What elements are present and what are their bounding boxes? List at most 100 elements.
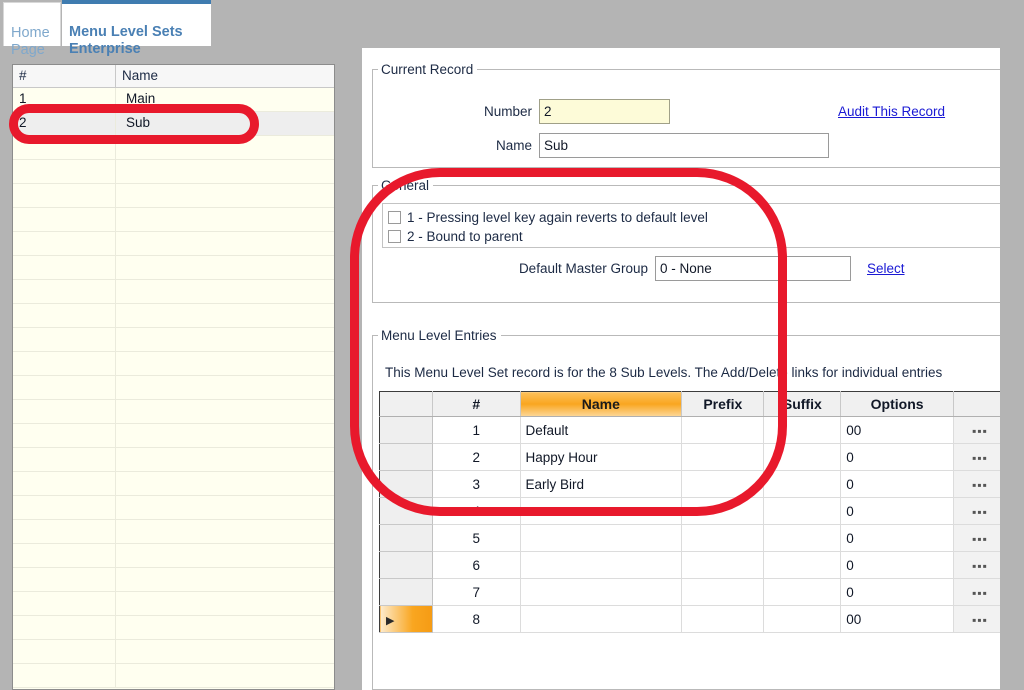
cell-prefix[interactable]	[681, 416, 765, 444]
cell-prefix[interactable]	[681, 443, 765, 471]
record-list-row[interactable]	[13, 232, 334, 256]
cell-number[interactable]: 4	[432, 497, 521, 525]
record-list-grid[interactable]: # Name 1 Main 2 Sub	[12, 64, 335, 690]
row-marker-cell[interactable]	[379, 470, 434, 498]
table-row[interactable]: 5 0 ▪▪▪	[379, 524, 1007, 552]
record-list-row[interactable]	[13, 472, 334, 496]
cell-options[interactable]: 00	[840, 605, 954, 633]
record-list-row[interactable]	[13, 328, 334, 352]
record-list-row[interactable]: 2 Sub	[13, 112, 334, 136]
table-row[interactable]: ▶ 8 00 ▪▪▪	[379, 605, 1007, 633]
record-list-row[interactable]	[13, 544, 334, 568]
row-ellipsis-cell[interactable]: ▪▪▪	[953, 605, 1007, 633]
row-ellipsis-cell[interactable]: ▪▪▪	[953, 443, 1007, 471]
record-list-row[interactable]	[13, 664, 334, 688]
cell-name[interactable]: Default	[520, 416, 683, 444]
checkbox-unchecked-icon[interactable]	[388, 230, 401, 243]
checkbox-unchecked-icon[interactable]	[388, 211, 401, 224]
cell-options[interactable]: 0	[840, 524, 954, 552]
ellipsis-icon[interactable]: ▪▪▪	[972, 587, 988, 599]
record-list-row[interactable]	[13, 280, 334, 304]
cell-name[interactable]: Happy Hour	[520, 443, 683, 471]
row-marker-cell[interactable]	[379, 416, 434, 444]
cell-number[interactable]: 2	[432, 443, 521, 471]
cell-prefix[interactable]	[681, 470, 765, 498]
cell-suffix[interactable]	[763, 470, 842, 498]
row-marker-cell[interactable]	[379, 524, 434, 552]
record-list-row[interactable]	[13, 520, 334, 544]
ellipsis-icon[interactable]: ▪▪▪	[972, 506, 988, 518]
row-ellipsis-cell[interactable]: ▪▪▪	[953, 551, 1007, 579]
row-marker-cell[interactable]	[379, 443, 434, 471]
cell-options[interactable]: 0	[840, 443, 954, 471]
record-list-row[interactable]	[13, 400, 334, 424]
row-marker-cell[interactable]	[379, 497, 434, 525]
select-master-group-link[interactable]: Select	[867, 261, 905, 276]
cell-options[interactable]: 0	[840, 551, 954, 579]
row-ellipsis-cell[interactable]: ▪▪▪	[953, 524, 1007, 552]
cell-name[interactable]	[520, 605, 683, 633]
cell-name[interactable]	[520, 578, 683, 606]
record-list-column-name[interactable]: Name	[116, 65, 334, 87]
column-header-prefix[interactable]: Prefix	[681, 391, 765, 417]
cell-prefix[interactable]	[681, 497, 765, 525]
column-header-name[interactable]: Name	[520, 391, 683, 417]
ellipsis-icon[interactable]: ▪▪▪	[972, 425, 988, 437]
menu-level-entries-table[interactable]: # Name Prefix Suffix Options 1 Default 00 ▪…	[379, 391, 1007, 633]
record-list-row[interactable]	[13, 256, 334, 280]
row-ellipsis-cell[interactable]: ▪▪▪	[953, 470, 1007, 498]
cell-prefix[interactable]	[681, 551, 765, 579]
cell-number[interactable]: 7	[432, 578, 521, 606]
cell-number[interactable]: 3	[432, 470, 521, 498]
row-ellipsis-cell[interactable]: ▪▪▪	[953, 497, 1007, 525]
row-marker-cell[interactable]	[379, 578, 434, 606]
cell-suffix[interactable]	[763, 524, 842, 552]
cell-suffix[interactable]	[763, 416, 842, 444]
record-list-row[interactable]	[13, 616, 334, 640]
table-row[interactable]: 4 0 ▪▪▪	[379, 497, 1007, 525]
cell-number[interactable]: 6	[432, 551, 521, 579]
cell-suffix[interactable]	[763, 605, 842, 633]
ellipsis-icon[interactable]: ▪▪▪	[972, 452, 988, 464]
ellipsis-icon[interactable]: ▪▪▪	[972, 614, 988, 626]
record-list-row[interactable]: 1 Main	[13, 88, 334, 112]
row-ellipsis-cell[interactable]: ▪▪▪	[953, 416, 1007, 444]
tab-home-page[interactable]: Home Page	[3, 2, 61, 58]
column-header-suffix[interactable]: Suffix	[763, 391, 842, 417]
cell-options[interactable]: 00	[840, 416, 954, 444]
cell-number[interactable]: 8	[432, 605, 521, 633]
cell-name[interactable]	[520, 524, 683, 552]
cell-number[interactable]: 1	[432, 416, 521, 444]
record-list-row[interactable]	[13, 184, 334, 208]
row-marker-cell[interactable]	[379, 551, 434, 579]
record-list-row[interactable]	[13, 376, 334, 400]
default-master-group-input[interactable]	[655, 256, 851, 281]
table-row[interactable]: 7 0 ▪▪▪	[379, 578, 1007, 606]
record-list-row[interactable]	[13, 424, 334, 448]
cell-name[interactable]: Early Bird	[520, 470, 683, 498]
record-list-row[interactable]	[13, 640, 334, 664]
record-list-row[interactable]	[13, 352, 334, 376]
row-ellipsis-cell[interactable]: ▪▪▪	[953, 578, 1007, 606]
ellipsis-icon[interactable]: ▪▪▪	[972, 533, 988, 545]
record-list-row[interactable]	[13, 160, 334, 184]
cell-prefix[interactable]	[681, 605, 765, 633]
record-list-row[interactable]	[13, 568, 334, 592]
column-header-number[interactable]: #	[432, 391, 521, 417]
cell-suffix[interactable]	[763, 497, 842, 525]
name-input[interactable]	[539, 133, 829, 158]
cell-prefix[interactable]	[681, 578, 765, 606]
record-list-row[interactable]	[13, 304, 334, 328]
record-list-column-number[interactable]: #	[13, 65, 116, 87]
table-row[interactable]: 2 Happy Hour 0 ▪▪▪	[379, 443, 1007, 471]
cell-suffix[interactable]	[763, 443, 842, 471]
column-header-options[interactable]: Options	[840, 391, 954, 417]
table-row[interactable]: 1 Default 00 ▪▪▪	[379, 416, 1007, 444]
cell-name[interactable]	[520, 497, 683, 525]
cell-name[interactable]	[520, 551, 683, 579]
cell-suffix[interactable]	[763, 578, 842, 606]
cell-options[interactable]: 0	[840, 578, 954, 606]
table-row[interactable]: 6 0 ▪▪▪	[379, 551, 1007, 579]
ellipsis-icon[interactable]: ▪▪▪	[972, 560, 988, 572]
record-list-row[interactable]	[13, 592, 334, 616]
